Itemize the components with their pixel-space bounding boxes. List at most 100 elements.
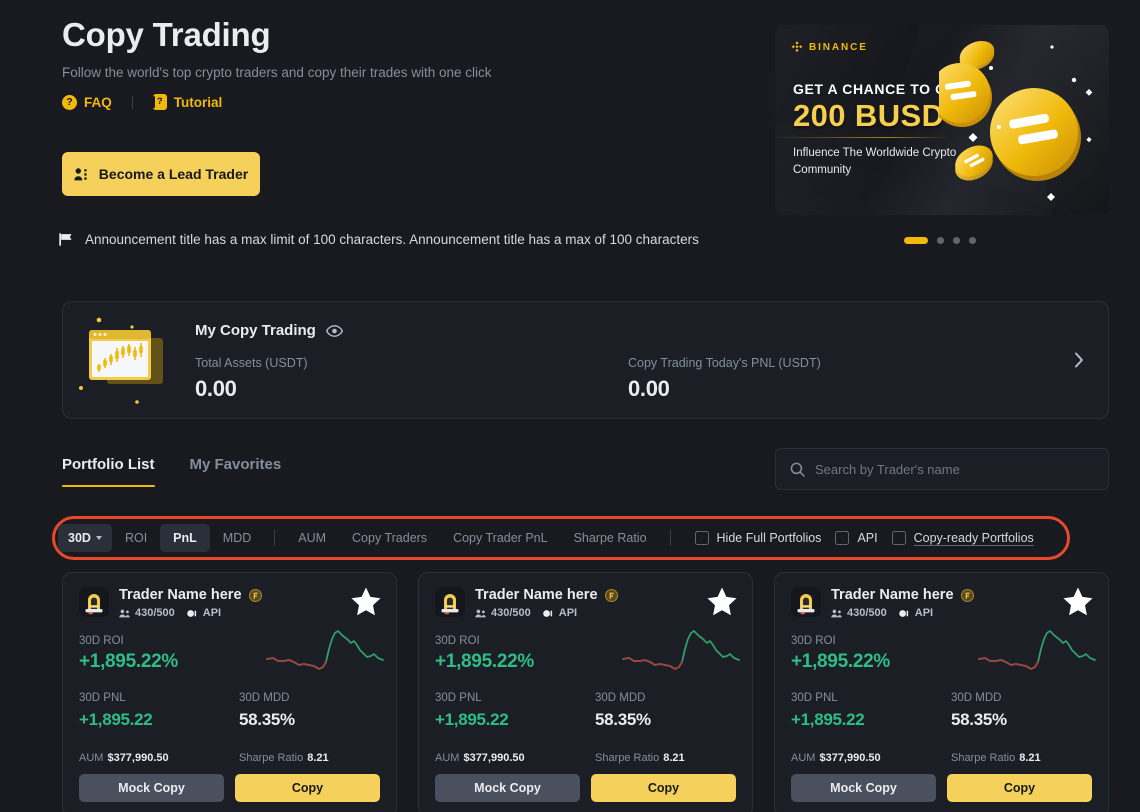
sharpe-block: Sharpe Ratio 8.21 [595,748,738,766]
my-copy-trading-title: My Copy Trading [195,322,316,339]
tab-portfolio-list[interactable]: Portfolio List [62,456,155,487]
trader-avatar-icon [435,587,465,617]
checkbox-copy-ready-portfolios[interactable]: Copy-ready Portfolios [891,531,1034,545]
binance-logo: BINANCE [791,41,868,53]
carousel-dot-1[interactable] [904,237,928,244]
star-filled-icon[interactable] [706,586,738,616]
tutorial-link[interactable]: ? Tutorial [152,94,222,111]
banner-divider [775,137,949,138]
roi-sparkline [978,630,1096,670]
roi-label: 30D ROI [791,635,836,647]
filter-roi[interactable]: ROI [112,524,160,552]
aum-label: AUM [435,752,460,764]
flag-icon [59,233,72,246]
roi-label: 30D ROI [435,635,480,647]
trader-copiers-count: 430/500 [847,607,887,619]
announcement-bar[interactable]: Announcement title has a max limit of 10… [58,232,699,247]
medal-icon [604,588,618,602]
trader-card[interactable]: Trader Name here 430/500 API 30D ROI +1,… [62,572,397,812]
roi-value: +1,895.22% [435,651,534,672]
page-title: Copy Trading [62,16,271,53]
star-filled-icon[interactable] [350,586,382,616]
aum-block: AUM $377,990.50 [79,748,239,766]
trader-header: Trader Name here 430/500 API [79,587,380,619]
filter-period-30d[interactable]: 30D [58,524,112,552]
search-input[interactable] [815,461,1094,477]
chevron-down-icon [95,536,102,540]
filter-sharpe-ratio[interactable]: Sharpe Ratio [561,524,660,552]
mock-copy-button[interactable]: Mock Copy [435,774,580,802]
trader-actions: Mock Copy Copy [791,774,1092,802]
sharpe-label: Sharpe Ratio [951,752,1016,764]
trader-api-label: API [558,607,578,619]
filter-aum[interactable]: AUM [285,524,339,552]
filter-mdd[interactable]: MDD [210,524,264,552]
total-assets-value: 0.00 [195,376,237,401]
faq-label: FAQ [84,94,112,110]
trader-card[interactable]: Trader Name here 430/500 API 30D ROI +1,… [418,572,753,812]
tab-my-favorites[interactable]: My Favorites [190,456,282,487]
checkbox-box[interactable] [835,531,850,545]
checkbox-hide-full-portfolios-label: Hide Full Portfolios [716,531,822,545]
trader-search-box[interactable] [775,448,1109,490]
trader-copiers: 430/500 [119,607,175,619]
checkbox-hide-full-portfolios[interactable]: Hide Full Portfolios [694,531,822,545]
star-filled-icon[interactable] [1062,586,1094,616]
copy-trading-page: Copy Trading Follow the world's top cryp… [0,0,1140,812]
pnl-label: 30D PNL [791,692,838,704]
filter-period-label: 30D [68,531,91,545]
checkbox-api[interactable]: API [835,531,878,545]
checkbox-box[interactable] [891,531,906,545]
hero-section: Copy Trading Follow the world's top cryp… [62,14,752,111]
filter-copy-trader-pnl[interactable]: Copy Trader PnL [440,524,561,552]
promo-banner[interactable]: BINANCE GET A CHANCE TO GET 200 BUSD Inf… [775,25,1109,215]
carousel-dot-4[interactable] [969,237,976,244]
hero-links: ? FAQ ? Tutorial [62,94,752,111]
trader-name: Trader Name here [831,587,954,603]
carousel-dot-3[interactable] [953,237,960,244]
page-subtitle: Follow the world's top crypto traders an… [62,65,492,81]
aum-value: $377,990.50 [819,752,881,764]
checkbox-box[interactable] [694,531,709,545]
todays-pnl-value: 0.00 [628,376,670,401]
binance-wordmark: BINANCE [809,41,868,53]
copy-button[interactable]: Copy [235,774,380,802]
trader-copiers: 430/500 [475,607,531,619]
trader-secondary-stats: AUM $377,990.50 Sharpe Ratio 8.21 [79,748,382,766]
trader-stats-row: 30D PNL +1,895.22 30D MDD 58.35% [791,692,1094,730]
pnl-value: +1,895.22 [435,710,509,729]
api-icon [542,609,552,617]
trader-secondary-stats: AUM $377,990.50 Sharpe Ratio 8.21 [435,748,738,766]
filter-copy-traders[interactable]: Copy Traders [339,524,440,552]
filter-pnl[interactable]: PnL [160,524,210,552]
trader-actions: Mock Copy Copy [79,774,380,802]
roi-sparkline [266,630,384,670]
copy-button[interactable]: Copy [947,774,1092,802]
become-lead-trader-button[interactable]: Become a Lead Trader [62,152,260,196]
pnl-block: 30D PNL +1,895.22 [791,692,951,730]
eye-icon[interactable] [325,324,343,337]
aum-label: AUM [79,752,104,764]
trader-identity: Trader Name here 430/500 API [119,587,262,619]
trader-copiers: 430/500 [831,607,887,619]
my-copy-trading-card[interactable]: My Copy Trading Total Assets (USDT) 0.00… [62,301,1109,419]
trader-copiers-count: 430/500 [135,607,175,619]
binance-diamond-icon [791,41,803,52]
question-circle-icon: ? [62,94,77,110]
chevron-right-icon[interactable] [1074,352,1084,368]
mock-copy-button[interactable]: Mock Copy [791,774,936,802]
aum-value: $377,990.50 [463,752,525,764]
faq-link[interactable]: ? FAQ [62,94,112,110]
pnl-value: +1,895.22 [79,710,153,729]
mock-copy-button[interactable]: Mock Copy [79,774,224,802]
trader-api-label: API [202,607,222,619]
mdd-block: 30D MDD 58.35% [595,692,738,730]
book-question-icon: ? [152,94,167,111]
trader-card-list: Trader Name here 430/500 API 30D ROI +1,… [62,572,1109,812]
carousel-dot-2[interactable] [937,237,944,244]
banner-carousel-dots[interactable] [904,237,976,244]
trader-header: Trader Name here 430/500 API [791,587,1092,619]
copy-button[interactable]: Copy [591,774,736,802]
trader-card[interactable]: Trader Name here 430/500 API 30D ROI +1,… [774,572,1109,812]
roi-label: 30D ROI [79,635,124,647]
